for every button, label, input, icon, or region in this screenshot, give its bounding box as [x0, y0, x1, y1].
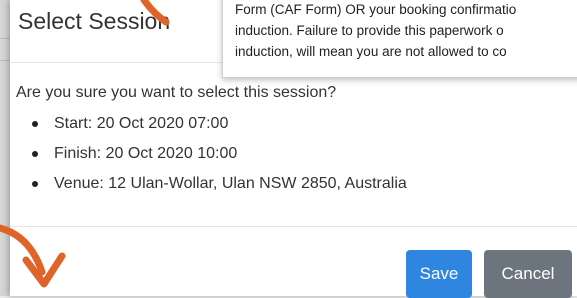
detail-finish: Finish: 20 Oct 2020 10:00 [32, 144, 407, 174]
save-button[interactable]: Save [406, 250, 472, 298]
modal-title: Select Session [18, 8, 171, 34]
popover-line: induction, will mean you are not allowed… [235, 44, 507, 59]
detail-venue: Venue: 12 Ulan-Wollar, Ulan NSW 2850, Au… [32, 174, 407, 204]
detail-start-value: 20 Oct 2020 07:00 [96, 115, 229, 132]
detail-finish-value: 20 Oct 2020 10:00 [105, 145, 238, 162]
session-details-list: Start: 20 Oct 2020 07:00 Finish: 20 Oct … [32, 114, 407, 204]
popover-line: induction. Failure to provide this paper… [235, 23, 504, 38]
cancel-button[interactable]: Cancel [484, 250, 572, 298]
detail-finish-label: Finish: [54, 145, 102, 162]
info-popover: Form (CAF Form) OR your booking confirma… [222, 0, 577, 78]
bullet-icon [32, 121, 38, 127]
detail-venue-label: Venue: [54, 175, 104, 192]
bullet-icon [32, 181, 38, 187]
confirmation-question: Are you sure you want to select this ses… [16, 84, 337, 101]
detail-venue-value: 12 Ulan-Wollar, Ulan NSW 2850, Australia [108, 175, 407, 192]
footer-divider [10, 226, 577, 227]
bullet-icon [32, 151, 38, 157]
detail-start: Start: 20 Oct 2020 07:00 [32, 114, 407, 144]
detail-start-label: Start: [54, 115, 93, 132]
popover-line: Form (CAF Form) OR your booking confirma… [235, 2, 517, 17]
